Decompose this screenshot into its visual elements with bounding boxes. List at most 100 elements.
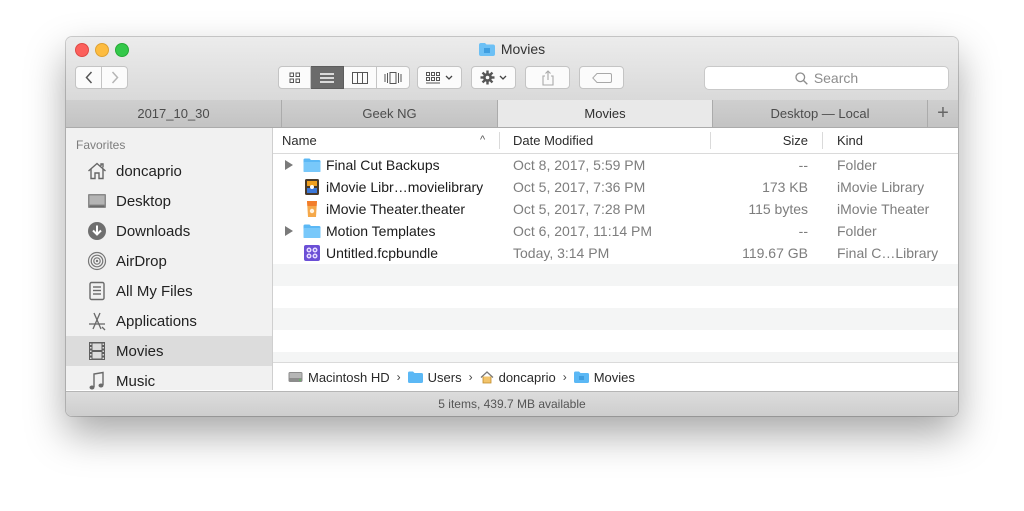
- view-mode-control: [278, 66, 410, 89]
- tab-bar: 2017_10_30 Geek NG Movies Desktop — Loca…: [66, 100, 958, 128]
- file-row-motion-templates[interactable]: Motion Templates Oct 6, 2017, 11:14 PM -…: [273, 220, 958, 242]
- tab-2017-10-30[interactable]: 2017_10_30: [66, 100, 282, 127]
- file-date: Oct 8, 2017, 5:59 PM: [513, 157, 646, 173]
- sidebar-item-downloads[interactable]: Downloads: [66, 216, 272, 246]
- applications-icon: [85, 310, 109, 332]
- file-row-final-cut-backups[interactable]: Final Cut Backups Oct 8, 2017, 5:59 PM -…: [273, 154, 958, 176]
- path-item-label: Macintosh HD: [308, 369, 390, 385]
- sidebar-item-label: AirDrop: [116, 252, 167, 270]
- list-view-button[interactable]: [311, 66, 344, 89]
- desktop-icon: [85, 190, 109, 212]
- airdrop-icon: [85, 250, 109, 272]
- new-tab-button[interactable]: +: [928, 100, 958, 127]
- file-date: Oct 5, 2017, 7:28 PM: [513, 201, 646, 217]
- disclosure-triangle-icon[interactable]: [285, 226, 293, 236]
- file-size: 115 bytes: [748, 201, 808, 217]
- file-row-imovie-library[interactable]: iMovie Libr…movielibrary Oct 5, 2017, 7:…: [273, 176, 958, 198]
- column-header-bar: Name ^ Date Modified Size Kind: [273, 128, 958, 154]
- column-divider[interactable]: [710, 132, 711, 149]
- list-icon: [320, 72, 334, 83]
- tab-desktop-local[interactable]: Desktop — Local: [713, 100, 928, 127]
- path-separator-icon: ›: [468, 370, 473, 384]
- column-header-date-modified[interactable]: Date Modified: [513, 128, 593, 153]
- path-separator-icon: ›: [396, 370, 401, 384]
- file-kind: Folder: [837, 223, 877, 239]
- column-divider[interactable]: [822, 132, 823, 149]
- folder-icon: [573, 371, 589, 383]
- sort-ascending-icon[interactable]: ^: [480, 128, 485, 153]
- file-name: Motion Templates: [326, 223, 436, 239]
- sidebar-item-label: Movies: [116, 342, 164, 360]
- file-row-untitled-fcpbundle[interactable]: Untitled.fcpbundle Today, 3:14 PM 119.67…: [273, 242, 958, 264]
- music-icon: [85, 370, 109, 390]
- search-field[interactable]: Search: [704, 66, 949, 90]
- arrange-icon: [426, 71, 440, 83]
- icon-view-button[interactable]: [278, 66, 311, 89]
- column-header-size[interactable]: Size: [783, 128, 808, 153]
- imovie-theater-icon: [307, 201, 317, 217]
- sidebar-item-label: doncaprio: [116, 162, 182, 180]
- file-kind: iMovie Theater: [837, 201, 930, 217]
- file-date: Today, 3:14 PM: [513, 245, 610, 261]
- column-divider[interactable]: [499, 132, 500, 149]
- grid-icon: [289, 72, 300, 83]
- folder-icon: [407, 371, 423, 383]
- sidebar-item-desktop[interactable]: Desktop: [66, 186, 272, 216]
- path-item-label: Movies: [593, 369, 635, 385]
- sidebar-item-doncaprio[interactable]: doncaprio: [66, 156, 272, 186]
- finder-window: Movies Search 2017_10_30 Geek NG Movies …: [66, 37, 958, 416]
- cover-flow-icon: [384, 71, 402, 84]
- path-item-macintosh-hd[interactable]: Macintosh HD: [288, 370, 390, 385]
- path-separator-icon: ›: [562, 370, 567, 384]
- empty-row: [273, 286, 958, 308]
- tag-button[interactable]: [579, 66, 624, 89]
- empty-row: [273, 308, 958, 330]
- empty-row: [273, 264, 958, 286]
- file-row-imovie-theater[interactable]: iMovie Theater.theater Oct 5, 2017, 7:28…: [273, 198, 958, 220]
- hard-drive-icon: [288, 371, 303, 383]
- file-kind: Folder: [837, 157, 877, 173]
- sidebar-item-all-my-files[interactable]: All My Files: [66, 276, 272, 306]
- file-date: Oct 5, 2017, 7:36 PM: [513, 179, 646, 195]
- sidebar-heading-favorites: Favorites: [76, 138, 126, 152]
- cover-flow-button[interactable]: [377, 66, 410, 89]
- action-button[interactable]: [471, 66, 516, 89]
- sidebar-item-label: All My Files: [116, 282, 193, 300]
- chevron-down-icon: [499, 75, 507, 80]
- status-bar: 5 items, 439.7 MB available: [66, 391, 958, 416]
- column-header-name[interactable]: Name: [282, 128, 317, 153]
- imovie-library-icon: [305, 179, 319, 195]
- column-header-kind[interactable]: Kind: [837, 128, 863, 153]
- folder-icon: [303, 158, 321, 172]
- search-icon: [795, 71, 808, 85]
- disclosure-triangle-icon[interactable]: [285, 160, 293, 170]
- sidebar: Favorites doncaprio Desktop Downloads Ai…: [66, 128, 273, 390]
- back-button[interactable]: [75, 66, 102, 89]
- file-name: Final Cut Backups: [326, 157, 440, 173]
- file-name: Untitled.fcpbundle: [326, 245, 439, 261]
- share-button[interactable]: [525, 66, 570, 89]
- sidebar-item-airdrop[interactable]: AirDrop: [66, 246, 272, 276]
- sidebar-item-label: Applications: [116, 312, 197, 330]
- sidebar-item-applications[interactable]: Applications: [66, 306, 272, 336]
- tab-movies[interactable]: Movies: [498, 100, 713, 127]
- file-date: Oct 6, 2017, 11:14 PM: [513, 223, 653, 239]
- arrange-button[interactable]: [417, 66, 462, 89]
- path-item-label: doncaprio: [498, 369, 556, 385]
- chevron-left-icon: [84, 71, 92, 84]
- forward-button[interactable]: [101, 66, 128, 89]
- file-name: iMovie Theater.theater: [326, 201, 466, 217]
- path-item-doncaprio[interactable]: doncaprio: [480, 370, 556, 385]
- home-icon: [85, 160, 109, 182]
- path-item-users[interactable]: Users: [407, 369, 462, 385]
- path-item-movies[interactable]: Movies: [573, 369, 635, 385]
- file-size: 173 KB: [762, 179, 808, 195]
- sidebar-item-music[interactable]: Music: [66, 366, 272, 390]
- tab-geek-ng[interactable]: Geek NG: [282, 100, 498, 127]
- sidebar-item-movies[interactable]: Movies: [66, 336, 272, 366]
- file-kind: Final C…Library: [837, 245, 939, 261]
- sidebar-item-label: Desktop: [116, 192, 172, 210]
- path-item-label: Users: [427, 369, 462, 385]
- movies-folder-icon: [478, 43, 495, 59]
- column-view-button[interactable]: [344, 66, 377, 89]
